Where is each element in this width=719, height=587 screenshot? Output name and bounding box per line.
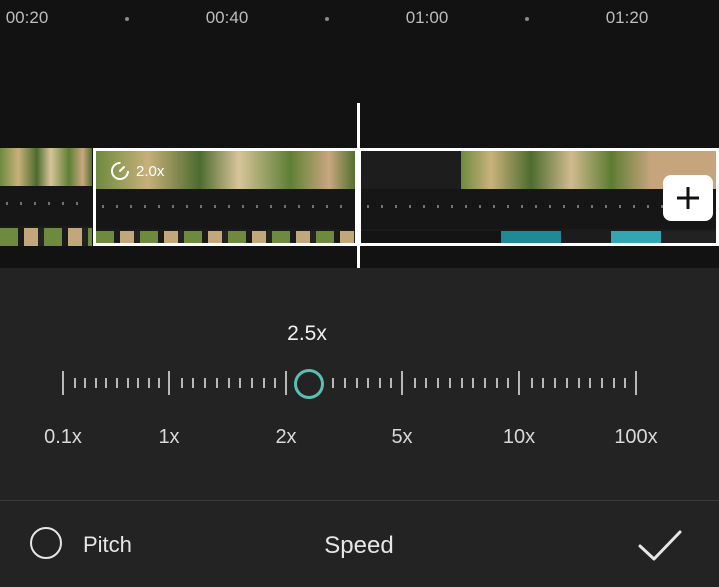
slider-major-tick <box>62 371 64 395</box>
confirm-button[interactable] <box>636 528 684 564</box>
scale-label: 10x <box>502 426 536 448</box>
check-icon <box>638 530 682 561</box>
clip-speed-badge: 2.0x <box>110 161 164 181</box>
slider-minor-tick <box>204 378 206 388</box>
slider-major-tick <box>168 371 170 395</box>
video-clip[interactable] <box>0 148 92 246</box>
playhead[interactable] <box>357 103 360 268</box>
scale-label: 0.1x <box>44 426 82 448</box>
slider-minor-tick <box>95 378 97 388</box>
slider-minor-tick <box>239 378 241 388</box>
time-label: 00:20 <box>5 8 49 27</box>
add-clip-button[interactable] <box>663 175 713 221</box>
pitch-label[interactable]: Pitch <box>83 532 132 558</box>
slider-minor-tick <box>507 378 509 388</box>
slider-minor-tick <box>449 378 451 388</box>
slider-minor-tick <box>472 378 474 388</box>
slider-minor-tick <box>228 378 230 388</box>
slider-minor-tick <box>367 378 369 388</box>
slider-minor-tick <box>74 378 76 388</box>
ruler-dot <box>525 17 529 21</box>
speed-dial-icon <box>111 162 129 180</box>
slider-minor-tick <box>531 378 533 388</box>
slider-minor-tick <box>344 378 346 388</box>
ruler-dot <box>125 17 129 21</box>
selected-video-clip[interactable]: 2.0x <box>93 148 358 246</box>
slider-minor-tick <box>356 378 358 388</box>
slider-minor-tick <box>263 378 265 388</box>
slider-minor-tick <box>192 378 194 388</box>
ruler-dot <box>325 17 329 21</box>
slider-major-tick <box>518 371 520 395</box>
slider-minor-tick <box>437 378 439 388</box>
scale-label: 1x <box>158 426 180 448</box>
slider-minor-tick <box>148 378 150 388</box>
slider-minor-tick <box>554 378 556 388</box>
slider-minor-tick <box>425 378 427 388</box>
slider-major-tick <box>635 371 637 395</box>
slider-minor-tick <box>624 378 626 388</box>
slider-major-tick <box>285 371 287 395</box>
slider-minor-tick <box>274 378 276 388</box>
slider-minor-tick <box>137 378 139 388</box>
slider-minor-tick <box>461 378 463 388</box>
slider-minor-tick <box>414 378 416 388</box>
time-ruler: 00:20 00:40 01:00 01:20 <box>0 0 719 40</box>
scale-label: 5x <box>391 426 413 448</box>
slider-minor-tick <box>589 378 591 388</box>
panel-title: Speed <box>324 532 394 559</box>
speed-panel <box>0 268 719 500</box>
slider-minor-tick <box>84 378 86 388</box>
time-label: 00:40 <box>205 8 249 27</box>
slider-minor-tick <box>578 378 580 388</box>
slider-minor-tick <box>542 378 544 388</box>
slider-minor-tick <box>601 378 603 388</box>
time-label: 01:20 <box>605 8 649 27</box>
pitch-toggle[interactable] <box>30 527 62 559</box>
plus-icon <box>677 187 699 209</box>
speed-slider-thumb[interactable] <box>294 369 324 399</box>
speed-value-label: 2.5x <box>287 322 327 345</box>
slider-minor-tick <box>116 378 118 388</box>
time-label: 01:00 <box>405 8 449 27</box>
slider-minor-tick <box>496 378 498 388</box>
slider-major-tick <box>401 371 403 395</box>
slider-minor-tick <box>105 378 107 388</box>
slider-minor-tick <box>332 378 334 388</box>
slider-minor-tick <box>181 378 183 388</box>
clip-speed-value: 2.0x <box>136 162 165 180</box>
scale-label: 2x <box>275 426 297 448</box>
slider-minor-tick <box>216 378 218 388</box>
slider-minor-tick <box>390 378 392 388</box>
slider-minor-tick <box>484 378 486 388</box>
slider-minor-tick <box>613 378 615 388</box>
slider-minor-tick <box>566 378 568 388</box>
slider-minor-tick <box>251 378 253 388</box>
slider-minor-tick <box>379 378 381 388</box>
slider-minor-tick <box>127 378 129 388</box>
scale-label: 100x <box>614 426 658 448</box>
slider-minor-tick <box>158 378 160 388</box>
